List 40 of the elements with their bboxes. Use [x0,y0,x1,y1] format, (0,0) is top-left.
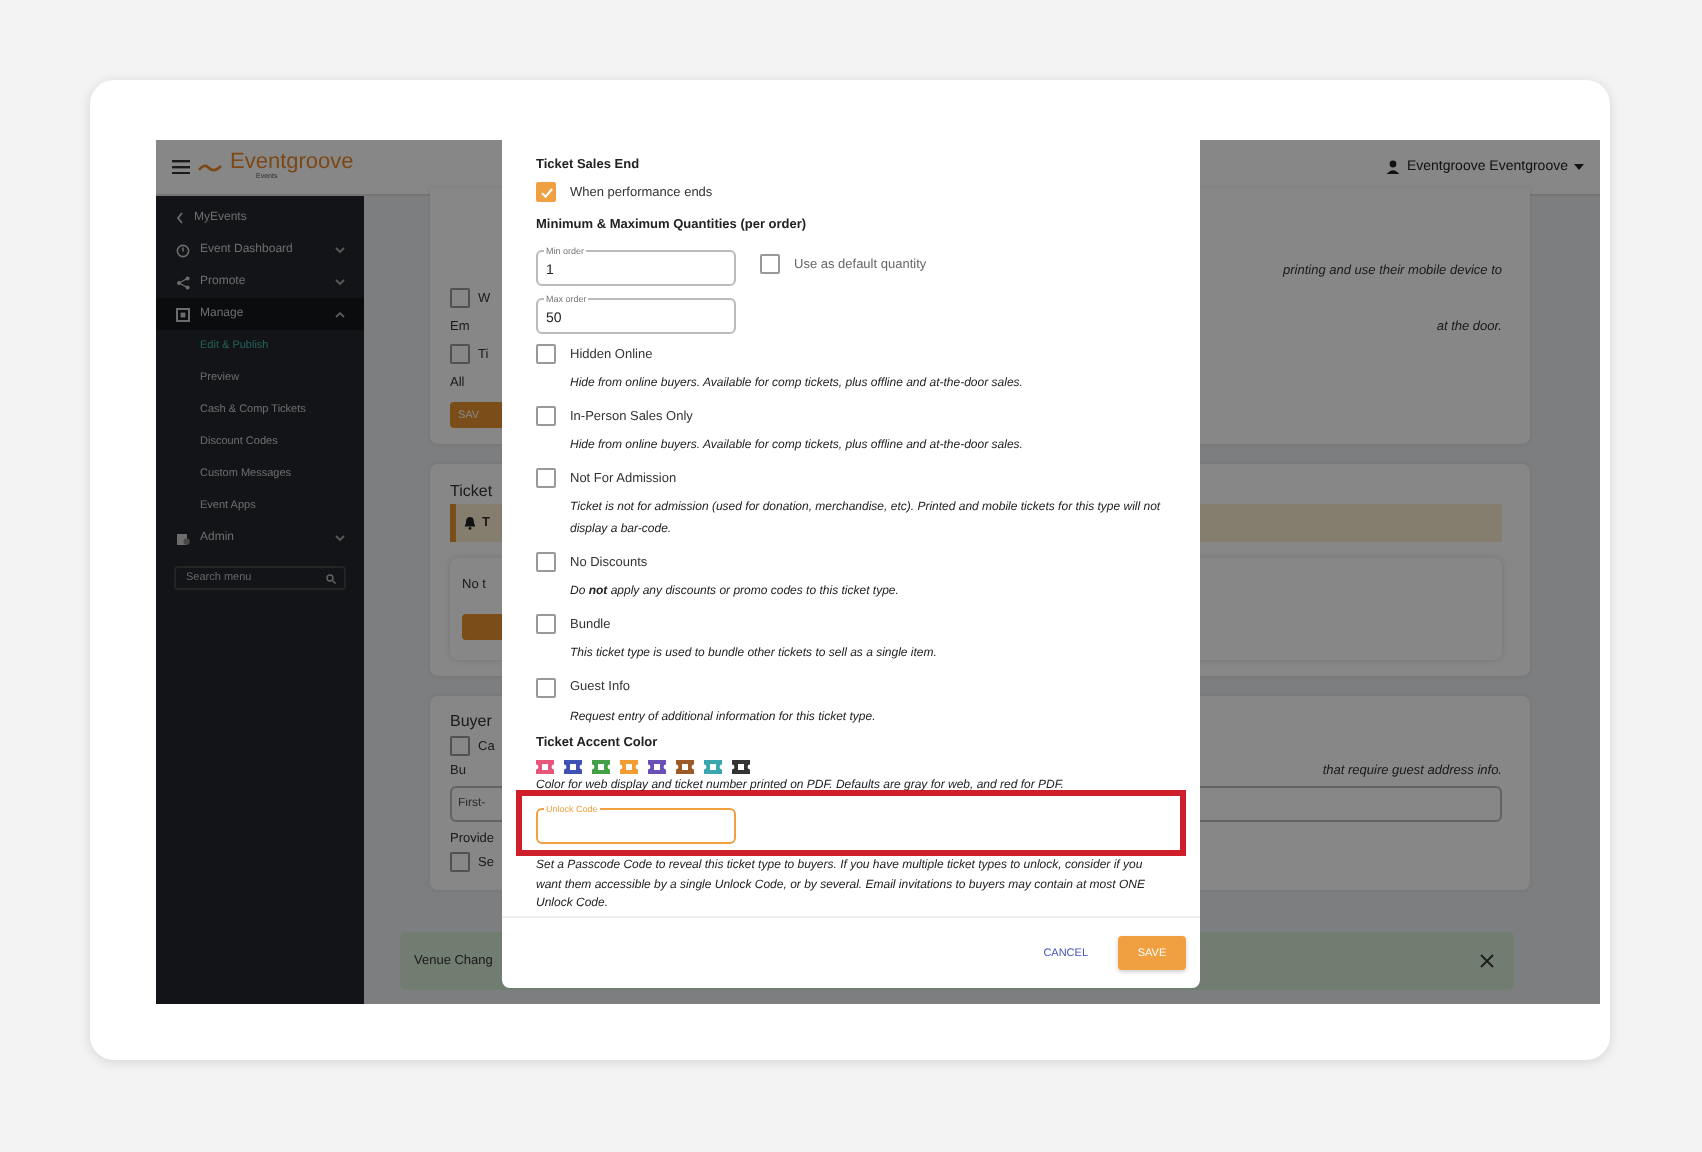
section-title: Buyer [450,712,492,730]
ticket-color-icon[interactable] [592,759,610,774]
checkbox[interactable] [760,254,780,274]
ticket-color-icon[interactable] [620,759,638,774]
ticket-color-icon[interactable] [536,759,554,774]
grid-icon [176,307,190,321]
chevron-down-icon [334,246,346,254]
ticket-color-icon[interactable] [704,759,722,774]
close-icon [1480,954,1494,968]
wave-logo-icon [198,161,222,173]
bell-icon [464,516,476,530]
checkbox[interactable] [450,288,470,308]
dashboard-icon [176,243,190,257]
chevron-left-icon [176,212,184,224]
menu-icon [172,160,190,174]
text-field[interactable] [536,807,736,844]
ticket-color-icon[interactable] [648,759,666,774]
search-icon [326,574,336,584]
checkbox[interactable] [536,182,556,202]
checkbox[interactable] [536,344,556,364]
chevron-down-icon [334,278,346,286]
checkbox[interactable] [536,552,556,573]
checkbox[interactable] [536,677,556,698]
checkbox[interactable] [450,736,470,756]
ticket-color-icon[interactable] [732,759,750,774]
section-title: Ticket [450,481,493,499]
person-icon [1386,160,1401,174]
chevron-up-icon [334,310,346,318]
checkbox[interactable] [536,468,556,489]
ticket-color-icon[interactable] [676,759,694,774]
share-icon [176,275,190,289]
checkbox[interactable] [450,852,470,872]
checkbox[interactable] [450,344,470,364]
checkbox[interactable] [536,614,556,635]
admin-icon [176,531,190,545]
chevron-down-icon [334,534,346,542]
logo-text: Eventgroove [230,152,354,175]
ticket-color-icon[interactable] [564,759,582,774]
checkbox[interactable] [536,406,556,427]
caret-icon [1574,164,1584,170]
